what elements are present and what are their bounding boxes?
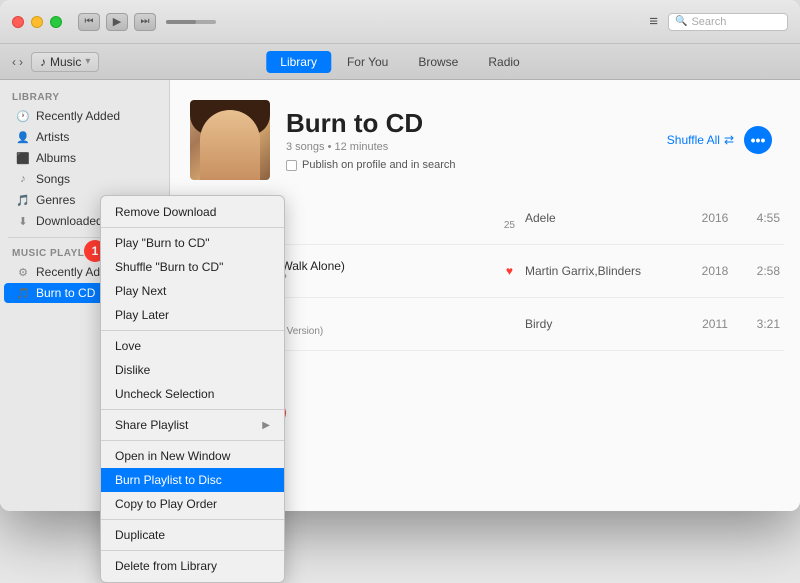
playlist-publish: Publish on profile and in search [286,159,651,171]
playlist-actions: Shuffle All ⇄ ••• [667,126,772,154]
genres-icon: 🎵 [16,194,30,207]
search-box[interactable]: 🔍 Search [668,13,788,31]
minimize-button[interactable] [31,16,43,28]
menu-item-shuffle[interactable]: Shuffle "Burn to CD" [101,255,284,279]
downloaded-icon: ⬇ [16,215,30,228]
play-button[interactable]: ▶ [106,13,128,31]
shuffle-label: Shuffle All [667,133,720,147]
volume-slider[interactable] [166,20,216,24]
menu-item-play[interactable]: Play "Burn to CD" [101,231,284,255]
track-artist: Adele [525,211,685,225]
tab-for-you[interactable]: For You [333,51,402,73]
menu-item-share-playlist[interactable]: Share Playlist ▶ [101,413,284,437]
burn-cd-icon: 🎵 [16,287,30,300]
menu-item-dislike[interactable]: Dislike [101,358,284,382]
track-year: 2018 [695,264,735,278]
sidebar-item-artists[interactable]: 👤 Artists [4,127,165,147]
album-art-face [200,110,260,180]
breadcrumb-arrow-icon: ▾ [85,56,90,67]
fastforward-button[interactable]: ⏭ [134,13,156,31]
songs-icon: ♪ [16,173,30,185]
back-arrow[interactable]: ‹ [12,55,16,69]
nav-arrows: ‹ › [12,55,23,69]
publish-label: Publish on profile and in search [302,159,455,171]
artists-icon: 👤 [16,131,30,144]
menu-item-burn-playlist[interactable]: Burn Playlist to Disc [101,468,284,492]
breadcrumb[interactable]: ♪ Music ▾ [31,52,99,72]
track-duration: 3:21 [745,317,780,331]
titlebar: ⏮ ▶ ⏭ ≡ 🔍 Search [0,0,800,44]
rewind-button[interactable]: ⏮ [78,13,100,31]
menu-separator [101,440,284,441]
sidebar-item-recently-added-label: Recently Added [36,109,120,123]
library-section-label: Library [0,88,169,105]
menu-separator [101,409,284,410]
sidebar-item-songs[interactable]: ♪ Songs [4,169,165,189]
playlist-title: Burn to CD [286,109,651,138]
track-year: 2016 [695,211,735,225]
forward-arrow[interactable]: › [19,55,23,69]
menu-item-play-next[interactable]: Play Next [101,279,284,303]
traffic-lights [12,16,62,28]
sidebar-item-burn-to-cd-label: Burn to CD [36,286,95,300]
app-window: ⏮ ▶ ⏭ ≡ 🔍 Search ‹ › ♪ Music ▾ Library F… [0,0,800,511]
menu-item-uncheck-selection[interactable]: Uncheck Selection [101,382,284,406]
sidebar-item-genres-label: Genres [36,193,75,207]
recently-added-icon: 🕐 [16,110,30,123]
navbar: ‹ › ♪ Music ▾ Library For You Browse Rad… [0,44,800,80]
recently-added-playlist-icon: ⚙ [16,266,30,279]
sidebar-item-recently-added[interactable]: 🕐 Recently Added [4,106,165,126]
context-menu: Remove Download Play "Burn to CD" Shuffl… [100,195,285,511]
close-button[interactable] [12,16,24,28]
menu-item-remove-download[interactable]: Remove Download [101,200,284,224]
more-options-button[interactable]: ••• [744,126,772,154]
playlist-header: Burn to CD 3 songs • 12 minutes Publish … [170,80,800,192]
sidebar-item-downloaded-label: Downloaded [36,214,103,228]
shuffle-all-button[interactable]: Shuffle All ⇄ [667,133,734,147]
track-year: 2011 [695,317,735,331]
submenu-arrow-icon: ▶ [262,420,270,431]
nav-tabs: Library For You Browse Radio [266,51,533,73]
menu-separator [101,227,284,228]
sidebar-item-songs-label: Songs [36,172,70,186]
menu-item-love[interactable]: Love [101,334,284,358]
playlist-info: Burn to CD 3 songs • 12 minutes Publish … [286,109,651,172]
heart-icon: ♥ [506,264,513,278]
sidebar-item-artists-label: Artists [36,130,69,144]
breadcrumb-label: Music [50,55,81,69]
track-artist: Birdy [525,317,685,331]
search-input[interactable]: Search [691,16,726,28]
tab-library[interactable]: Library [266,51,331,73]
sidebar-item-albums-label: Albums [36,151,76,165]
menu-item-play-later[interactable]: Play Later [101,303,284,327]
track-artist: Martin Garrix,Blinders [525,264,685,278]
sidebar-item-albums[interactable]: ⬛ Albums [4,148,165,168]
albums-icon: ⬛ [16,152,30,165]
menu-item-copy-play-order[interactable]: Copy to Play Order [101,492,284,511]
track-duration: 2:58 [745,264,780,278]
playlist-meta: 3 songs • 12 minutes [286,141,651,153]
track-duration: 4:55 [745,211,780,225]
tab-browse[interactable]: Browse [404,51,472,73]
menu-item-open-new-window[interactable]: Open in New Window [101,444,284,468]
tab-radio[interactable]: Radio [474,51,533,73]
menu-separator [101,330,284,331]
album-art [190,100,270,180]
titlebar-controls: ⏮ ▶ ⏭ [78,13,216,31]
publish-checkbox[interactable] [286,160,297,171]
list-view-icon[interactable]: ≡ [649,13,658,30]
search-icon: 🔍 [675,16,687,27]
maximize-button[interactable] [50,16,62,28]
music-note-icon: ♪ [40,55,46,69]
shuffle-icon: ⇄ [724,133,734,147]
